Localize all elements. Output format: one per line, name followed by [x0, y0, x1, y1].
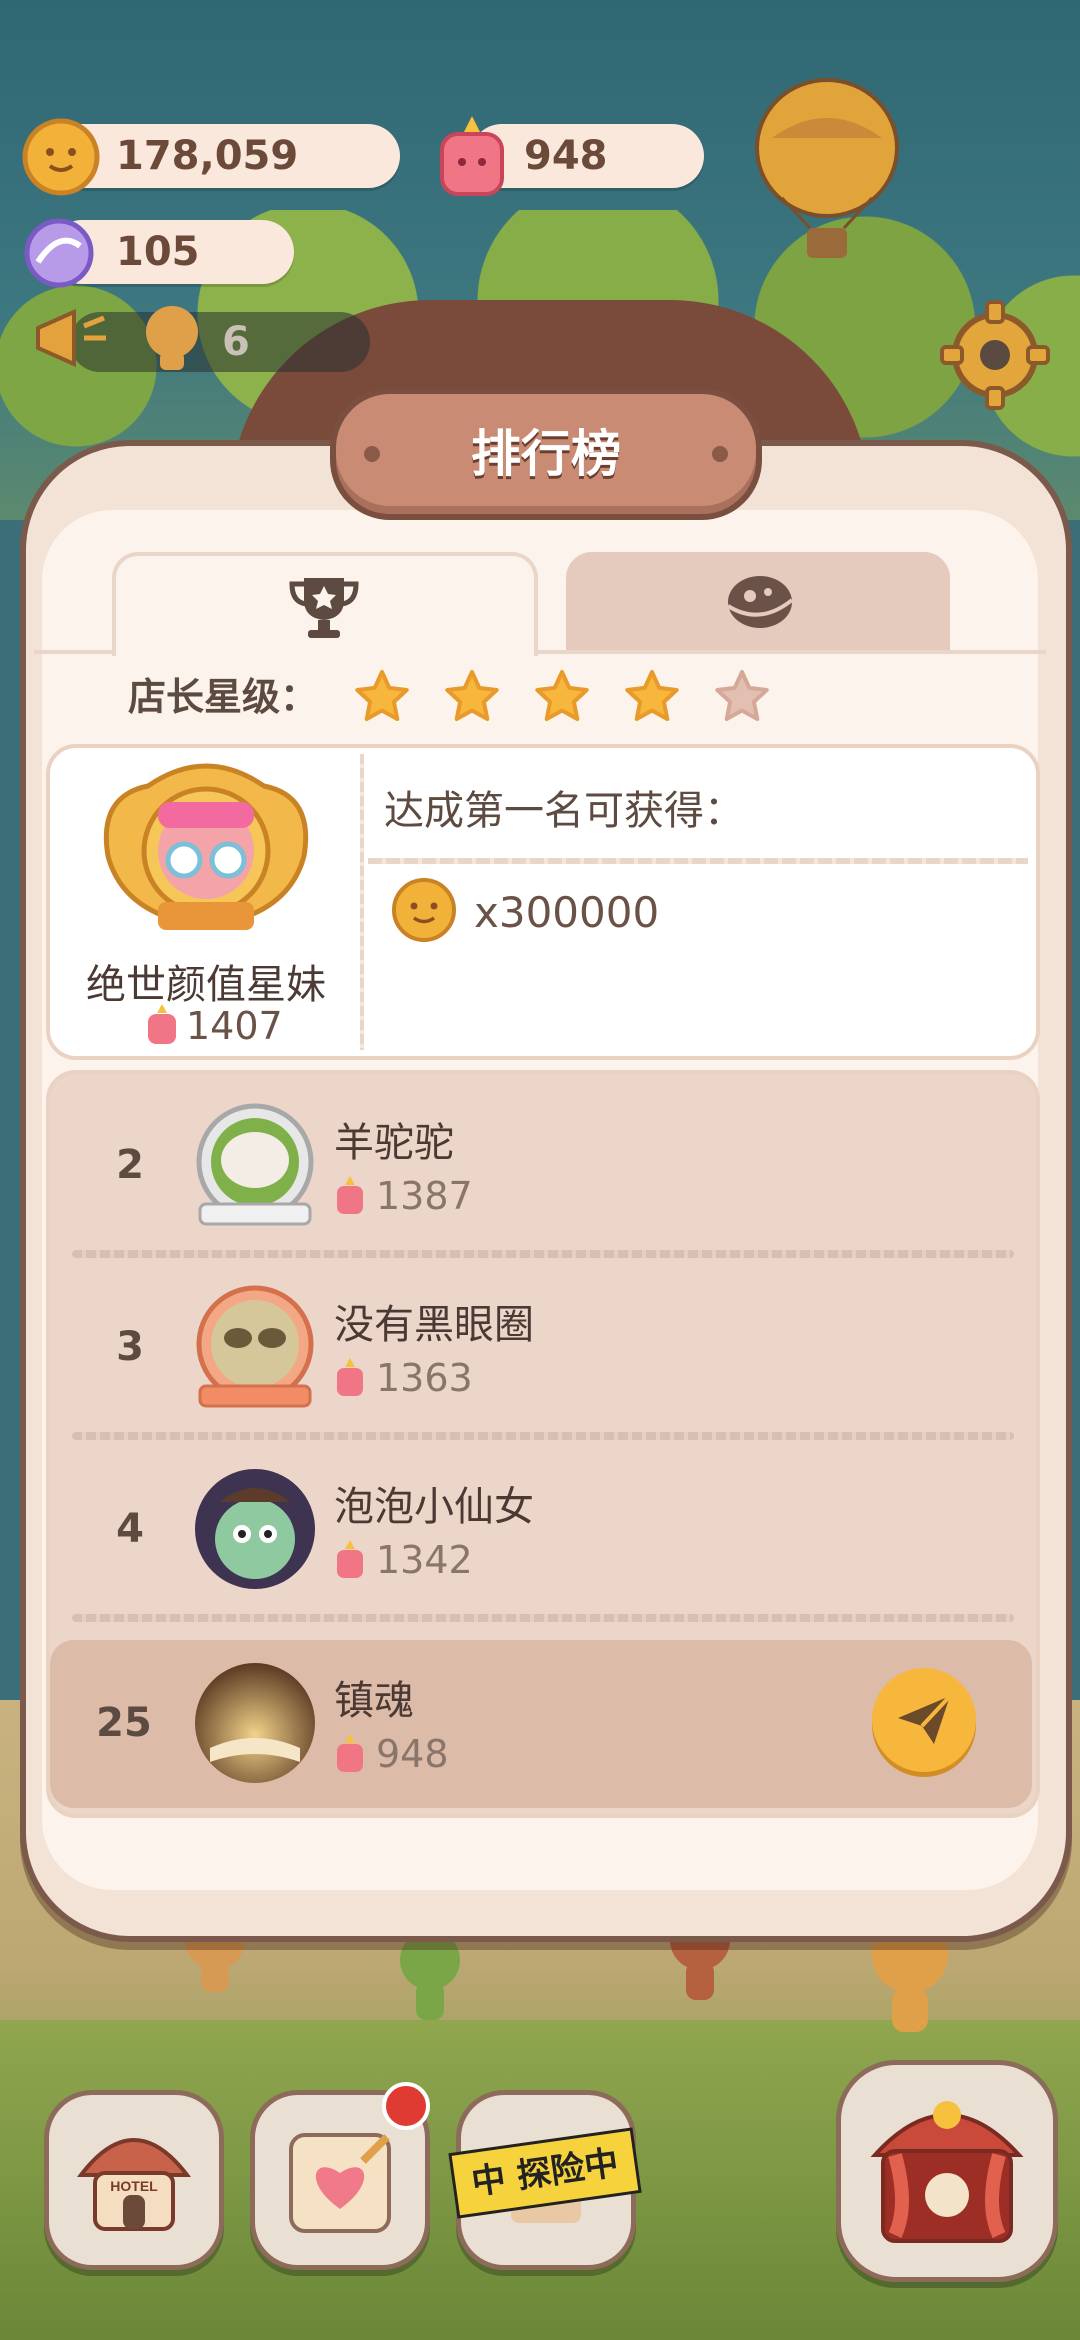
candy-value: 105: [116, 229, 200, 275]
manager-star-rating: [355, 670, 769, 721]
row-divider: [72, 1614, 1014, 1622]
star-filled-icon: [625, 670, 679, 721]
pink-candle-cup-icon: [148, 1004, 176, 1044]
hot-air-balloon-icon: [755, 78, 899, 258]
star-filled-icon: [445, 670, 499, 721]
top-player-name: 绝世颜值星妹: [86, 962, 326, 1008]
hotel-button[interactable]: HOTEL: [44, 2090, 224, 2270]
rank-number: 4: [116, 1506, 144, 1552]
cookie-coin-icon: [392, 878, 456, 942]
star-filled-icon: [535, 670, 589, 721]
player-avatar[interactable]: [190, 1100, 320, 1230]
ranking-row[interactable]: 4 泡泡小仙女 1342: [50, 1438, 1036, 1620]
card-divider: [368, 858, 1028, 864]
player-score: 1342: [376, 1538, 473, 1582]
player-avatar[interactable]: [190, 1464, 320, 1594]
my-name: 镇魂: [334, 1678, 414, 1724]
gear-icon[interactable]: [940, 300, 1050, 410]
rank-number: 2: [116, 1142, 144, 1188]
reward-amount: x300000: [474, 888, 660, 937]
player-score: 1387: [376, 1174, 473, 1218]
theater-button[interactable]: [836, 2060, 1058, 2282]
top-player-avatar[interactable]: [88, 756, 324, 952]
player-name: 没有黑眼圈: [334, 1302, 534, 1348]
horn-bar[interactable]: [70, 312, 370, 372]
first-place-card: 绝世颜值星妹 1407 达成第一名可获得： x300000: [46, 744, 1040, 1060]
pink-candle-cup-icon: [337, 1358, 363, 1396]
pink-candle-cup-icon: [337, 1734, 363, 1772]
notification-badge: [382, 2082, 430, 2130]
reward-label: 达成第一名可获得：: [384, 788, 744, 834]
player-name: 泡泡小仙女: [334, 1484, 534, 1530]
horn-count: 6: [222, 319, 250, 365]
cookie-character-icon: [146, 306, 198, 370]
manager-star-label: 店长星级：: [128, 675, 319, 719]
stage-theater-icon: [870, 2101, 1024, 2243]
pink-candle-cup-icon: [440, 116, 504, 196]
panel-title: 排行榜: [471, 425, 621, 483]
star-empty-icon: [715, 670, 769, 721]
cookie-coin-icon: [22, 118, 100, 196]
hotel-label: HOTEL: [110, 2178, 158, 2194]
paper-plane-icon: [898, 1694, 952, 1744]
tab-world[interactable]: [566, 552, 950, 652]
rank-number: 3: [116, 1324, 144, 1370]
candy-icon: [24, 218, 94, 288]
player-score: 1363: [376, 1356, 473, 1400]
hotel-house-icon: HOTEL: [76, 2138, 192, 2231]
share-button[interactable]: [872, 1668, 976, 1772]
coin-value: 178,059: [116, 133, 299, 179]
card-divider: [360, 754, 364, 1050]
star-filled-icon: [355, 670, 409, 721]
ranking-row[interactable]: 2 羊驼驼 1387: [50, 1074, 1036, 1256]
tab-friends[interactable]: [112, 552, 538, 656]
ranking-row[interactable]: 3 没有黑眼圈 1363: [50, 1256, 1036, 1438]
gem-value: 948: [524, 133, 608, 179]
planet-icon: [726, 576, 794, 628]
pink-candle-cup-icon: [337, 1540, 363, 1578]
top-player-score: 1407: [186, 1004, 283, 1048]
calendar-heart-icon: [289, 2133, 391, 2233]
my-avatar[interactable]: [190, 1658, 320, 1788]
trophy-icon: [289, 578, 359, 638]
player-avatar[interactable]: [190, 1282, 320, 1412]
player-name: 羊驼驼: [334, 1120, 454, 1166]
megaphone-icon: [36, 308, 106, 368]
title-banner: 排行榜: [330, 388, 762, 520]
pink-candle-cup-icon: [337, 1176, 363, 1214]
my-rank-number: 25: [96, 1700, 152, 1746]
my-score: 948: [376, 1732, 449, 1776]
